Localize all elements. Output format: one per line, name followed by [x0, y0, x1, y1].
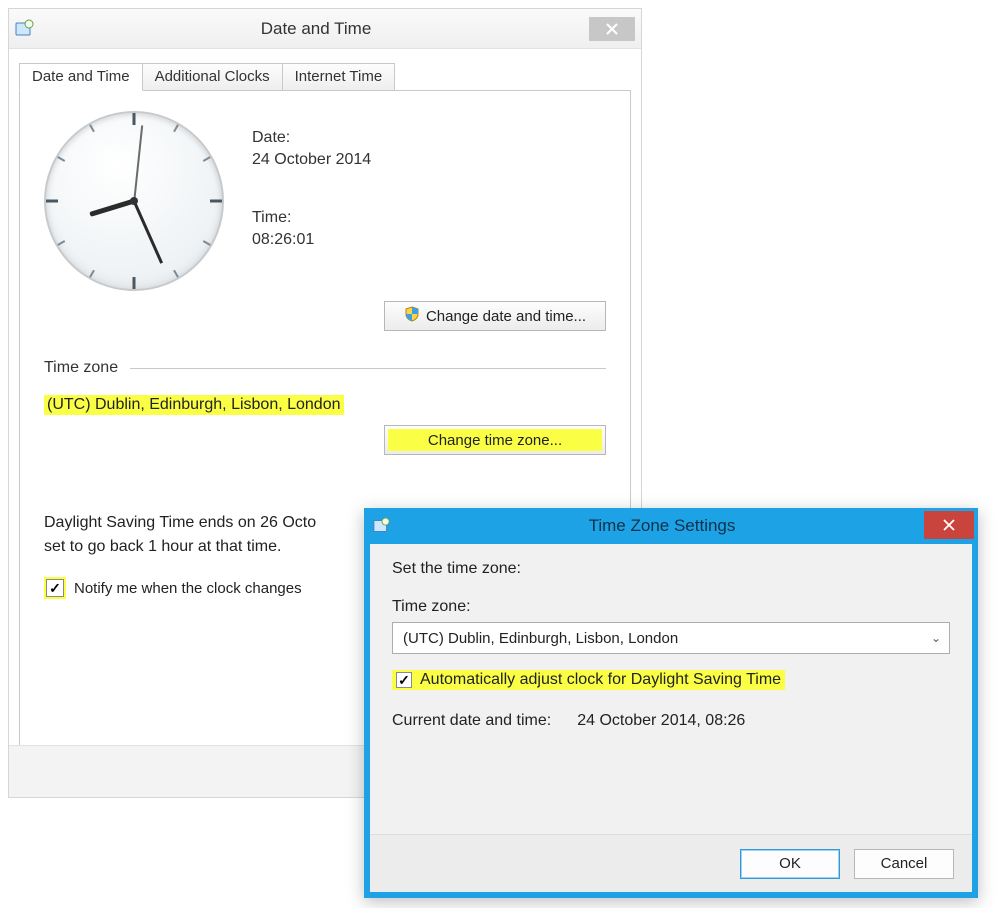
notify-clock-changes-label: Notify me when the clock changes [74, 580, 302, 597]
clock-hour-hand [89, 199, 134, 217]
cancel-button[interactable]: Cancel [854, 849, 954, 879]
dialog-titlebar[interactable]: Time Zone Settings [364, 508, 978, 544]
timezone-label: Time zone: [392, 598, 950, 616]
change-time-zone-label: Change time zone... [428, 432, 562, 449]
change-date-time-label: Change date and time... [426, 308, 586, 325]
ok-button[interactable]: OK [740, 849, 840, 879]
chevron-down-icon: ⌄ [931, 631, 941, 645]
close-button[interactable] [589, 17, 635, 41]
separator [130, 368, 606, 369]
clock-settings-icon [372, 517, 392, 535]
tab-date-and-time[interactable]: Date and Time [19, 63, 143, 91]
timezone-section-label: Time zone [44, 359, 118, 377]
time-zone-settings-dialog: Time Zone Settings Set the time zone: Ti… [364, 508, 978, 898]
uac-shield-icon [404, 306, 420, 326]
date-value: 24 October 2014 [252, 151, 371, 169]
timezone-combobox[interactable]: (UTC) Dublin, Edinburgh, Lisbon, London … [392, 622, 950, 654]
current-datetime-label: Current date and time: [392, 712, 551, 730]
date-label: Date: [252, 129, 371, 147]
current-datetime-value: 24 October 2014, 08:26 [577, 712, 745, 730]
set-timezone-heading: Set the time zone: [392, 560, 950, 578]
auto-dst-checkbox[interactable] [396, 672, 412, 688]
timezone-value: (UTC) Dublin, Edinburgh, Lisbon, London [44, 395, 344, 415]
clock-minute-hand [133, 200, 163, 263]
tab-strip: Date and Time Additional Clocks Internet… [19, 63, 641, 91]
time-label: Time: [252, 209, 371, 227]
notify-clock-changes-checkbox[interactable] [46, 579, 64, 597]
analog-clock-icon [44, 111, 224, 291]
tab-additional-clocks[interactable]: Additional Clocks [142, 63, 283, 91]
change-date-time-button[interactable]: Change date and time... [384, 301, 606, 331]
timezone-selected-value: (UTC) Dublin, Edinburgh, Lisbon, London [403, 630, 678, 647]
auto-dst-label: Automatically adjust clock for Daylight … [420, 671, 781, 689]
time-value: 08:26:01 [252, 231, 371, 249]
dialog-title: Time Zone Settings [400, 516, 924, 536]
change-time-zone-button[interactable]: Change time zone... [384, 425, 606, 455]
dialog-title: Date and Time [43, 19, 589, 39]
dialog-titlebar[interactable]: Date and Time [9, 9, 641, 49]
clock-settings-icon [15, 20, 35, 38]
tab-internet-time[interactable]: Internet Time [282, 63, 396, 91]
clock-second-hand [133, 125, 142, 201]
close-button[interactable] [924, 511, 974, 539]
dialog-footer: OK Cancel [370, 834, 972, 892]
